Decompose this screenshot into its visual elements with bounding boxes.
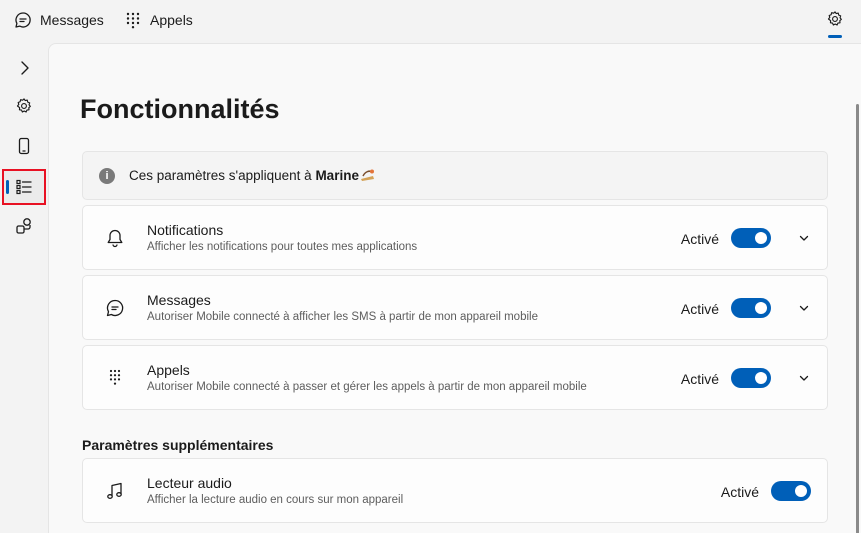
scrollbar[interactable] (856, 104, 859, 533)
music-note-icon (107, 482, 122, 499)
feature-row-messages[interactable]: Messages Autoriser Mobile connecté à aff… (82, 275, 828, 340)
messages-toggle[interactable] (731, 298, 771, 318)
feature-status: Activé (680, 231, 719, 247)
sidebar (0, 43, 48, 533)
active-tab-indicator (828, 35, 842, 38)
phone-icon (18, 137, 30, 155)
notifications-toggle[interactable] (731, 228, 771, 248)
feature-row-audio-player[interactable]: Lecteur audio Afficher la lecture audio … (82, 458, 828, 523)
audio-player-toggle[interactable] (771, 481, 811, 501)
chevron-down-icon[interactable] (797, 231, 811, 245)
feature-description: Afficher la lecture audio en cours sur m… (147, 494, 404, 506)
info-prefix: Ces paramètres s'appliquent à (129, 168, 316, 183)
feature-row-calls[interactable]: Appels Autoriser Mobile connecté à passe… (82, 345, 828, 410)
calls-toggle[interactable] (731, 368, 771, 388)
tab-calls-label: Appels (150, 12, 193, 28)
feature-title: Notifications (147, 222, 224, 238)
feature-status: Activé (680, 301, 719, 317)
info-text: Ces paramètres s'appliquent à Marine (129, 168, 376, 183)
gear-icon (827, 11, 842, 26)
toggle-knob (795, 485, 807, 497)
chat-bubble-icon (15, 12, 31, 28)
chat-bubble-icon (106, 299, 124, 317)
chevron-right-icon (21, 61, 29, 75)
info-icon: i (99, 168, 115, 184)
settings-button[interactable] (823, 8, 847, 40)
dialpad-icon (109, 369, 121, 385)
feature-status: Activé (720, 484, 759, 500)
bell-icon (107, 229, 123, 248)
top-bar: Messages Appels (0, 0, 861, 43)
devices-icon (16, 218, 31, 234)
feature-title: Appels (147, 362, 190, 378)
main-panel: Fonctionnalités i Ces paramètres s'appli… (48, 43, 861, 533)
feature-row-notifications[interactable]: Notifications Afficher les notifications… (82, 205, 828, 270)
feature-title: Lecteur audio (147, 475, 232, 491)
feature-title: Messages (147, 292, 211, 308)
sidebar-expand-button[interactable] (6, 51, 42, 85)
page-title: Fonctionnalités (80, 94, 280, 124)
feature-description: Autoriser Mobile connecté à passer et gé… (147, 381, 587, 393)
section-title: Paramètres supplémentaires (82, 437, 274, 453)
dialpad-icon (126, 12, 140, 29)
toggle-knob (755, 302, 767, 314)
chevron-down-icon[interactable] (797, 371, 811, 385)
gear-icon (16, 98, 31, 113)
feature-description: Autoriser Mobile connecté à afficher les… (147, 311, 538, 323)
feature-status: Activé (680, 371, 719, 387)
sidebar-item-settings[interactable] (6, 89, 42, 123)
sidebar-item-mobile-device[interactable] (6, 129, 42, 163)
list-icon (16, 179, 32, 195)
feature-description: Afficher les notifications pour toutes m… (147, 241, 418, 253)
selected-indicator (6, 180, 9, 194)
tab-messages-label: Messages (40, 12, 104, 28)
chevron-down-icon[interactable] (797, 301, 811, 315)
tab-calls[interactable]: Appels (124, 0, 193, 40)
tab-messages[interactable]: Messages (14, 0, 104, 40)
toggle-knob (755, 372, 767, 384)
sidebar-item-devices[interactable] (6, 209, 42, 243)
profile-name: Marine (315, 168, 359, 183)
toggle-knob (755, 232, 767, 244)
sidebar-item-features[interactable] (2, 169, 46, 205)
sticker-icon (360, 169, 374, 181)
info-banner: i Ces paramètres s'appliquent à Marine (82, 151, 828, 200)
